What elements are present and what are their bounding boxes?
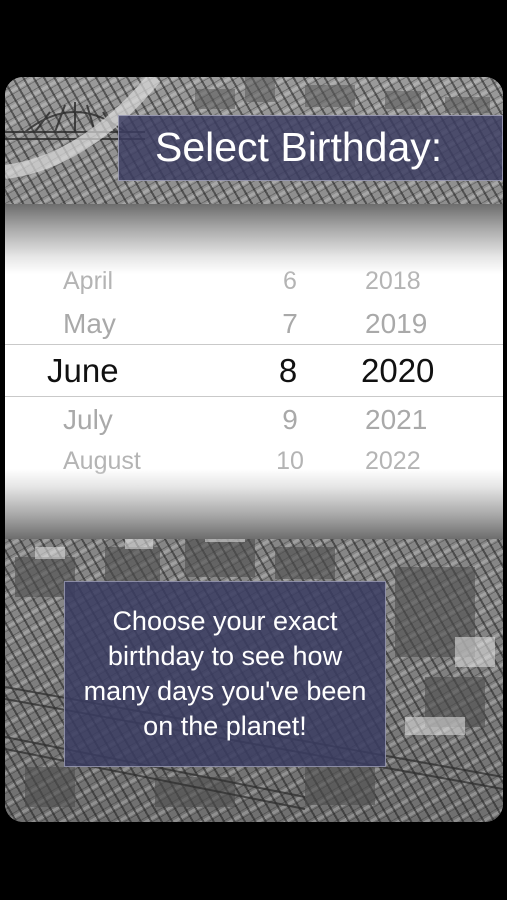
background-card: Select Birthday: March April May June Ju… <box>5 77 503 822</box>
month-option[interactable]: May <box>63 308 116 340</box>
year-option[interactable]: 2018 <box>365 267 421 296</box>
page-title: Select Birthday: <box>155 124 443 170</box>
month-option[interactable]: August <box>63 447 141 476</box>
info-message-box: Choose your exact birthday to see how ma… <box>64 581 386 767</box>
year-option[interactable]: 2019 <box>365 308 427 340</box>
month-option-selected[interactable]: June <box>47 352 119 390</box>
year-option[interactable]: 2021 <box>365 404 427 436</box>
info-message: Choose your exact birthday to see how ma… <box>83 606 367 741</box>
month-option[interactable]: September <box>67 484 165 497</box>
app-screen: Select Birthday: March April May June Ju… <box>0 0 507 900</box>
year-option-selected[interactable]: 2020 <box>361 352 434 390</box>
title-banner: Select Birthday: <box>118 115 503 181</box>
year-option[interactable]: 2017 <box>365 242 410 255</box>
month-option[interactable]: April <box>63 267 113 296</box>
month-option[interactable]: July <box>63 404 113 436</box>
year-option[interactable]: 2022 <box>365 447 421 476</box>
year-option[interactable]: 2023 <box>365 484 410 497</box>
month-option[interactable]: March <box>67 242 123 255</box>
month-wheel[interactable]: March April May June July August Septemb… <box>5 204 205 539</box>
year-wheel[interactable]: 2017 2018 2019 2020 2021 2022 2023 <box>335 204 503 539</box>
birthday-date-picker[interactable]: March April May June July August Septemb… <box>5 204 503 539</box>
